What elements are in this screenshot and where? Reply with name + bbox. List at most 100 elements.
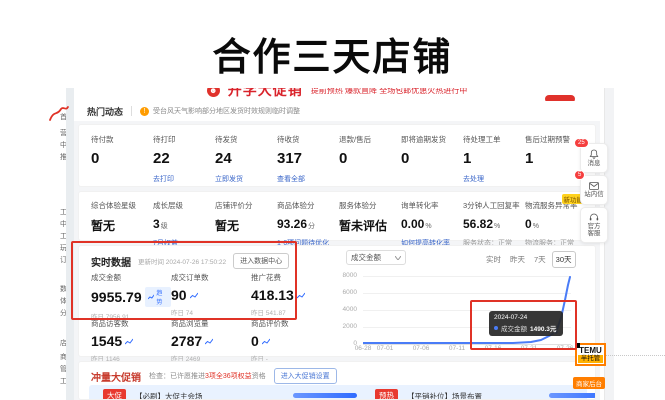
chart-metric-select[interactable]: 成交金额 [346, 250, 406, 265]
hot-news-text[interactable]: 受台风天气影响部分地区发货时效规则临时调整 [153, 106, 300, 116]
inbox-button[interactable]: 站内信 [580, 175, 608, 205]
metric-label: 待打印 [153, 134, 215, 145]
metric-label: 询单转化率 [401, 200, 463, 211]
metric-value: 93.26分 [277, 217, 339, 231]
metric-value: 1 [525, 150, 587, 167]
metric-value: 暂无 [215, 217, 277, 234]
realtime-metric: 成交订单数 90 昨日 74 [171, 272, 251, 317]
sidebar-nav: 首页 营销 中心 推广 ⌃ ⌃ 工具 中心 工具 玩法 订单 ⌃ 数据 体验 分… [20, 88, 66, 400]
sidebar-divider [66, 88, 74, 400]
metric-link[interactable]: 去打印 [153, 174, 215, 184]
screenshot-stage: 合作三天店铺 首页 营销 中心 推广 ⌃ ⌃ 工具 中心 工具 玩法 订单 ⌃ … [0, 0, 665, 400]
metric-cell: 商品体验分 93.26分 1-6项问题待优化 [277, 200, 339, 248]
metric-cell: 服务体验分 暂未评估 [339, 200, 401, 248]
mini-chart-icon[interactable] [297, 292, 305, 299]
official-support-button[interactable]: 官方客服 [580, 207, 608, 243]
metric-label: 3分钟人工回复率 [463, 200, 525, 211]
metric-label: 即将逾期发货 [401, 134, 463, 145]
mini-chart-icon [148, 294, 155, 300]
progress-bar [549, 393, 596, 398]
metric-label: 待收货 [277, 134, 339, 145]
metric-cell: 店铺评价分 暂无 [215, 200, 277, 248]
x-tick: 07-01 [371, 345, 399, 352]
metric-link[interactable]: 查看全部 [277, 174, 339, 184]
badge-count: 25 [574, 138, 589, 148]
metric-value: 暂无 [91, 217, 153, 234]
metric-label: 待处理工单 [463, 134, 525, 145]
mini-chart-icon[interactable] [205, 338, 213, 345]
mini-chart-icon[interactable] [125, 338, 133, 345]
metric-cell: 成长层级 3级 7月权益 [153, 200, 215, 248]
separator [131, 106, 132, 116]
promo-task-text[interactable]: 【必刷】大促主会场 [135, 391, 203, 400]
metric-cell: 即将逾期发货 0 [401, 134, 463, 186]
promo-card: 冲量大促销 检查：已许愿推进3项全36项权益资格 进入大促销设置 大促 【必刷】… [78, 361, 596, 400]
metric-cell: 待处理工单 1 去处理 [463, 134, 525, 186]
metric-cell: 待付款 0 [91, 134, 153, 186]
banner-subtitle: 提前预热 爆款直降 全场包邮优惠火热进行中 [311, 88, 467, 96]
metric-value: 22 [153, 150, 215, 167]
series-dot-icon [494, 326, 498, 330]
chevron-down-icon [395, 256, 401, 260]
watermark-line2: 半托管 [578, 355, 603, 363]
metric-label: 成长层级 [153, 200, 215, 211]
realtime-metric: 商品浏览量 2787 昨日 2469 [171, 318, 251, 363]
headset-icon [589, 213, 599, 222]
tooltip-series: 成交金额 [501, 323, 527, 333]
realtime-title: 实时数据 [91, 254, 131, 269]
metric-label: 待付款 [91, 134, 153, 145]
chart-range-tabs: 实时 昨天 7天 30天 [483, 251, 576, 268]
metric-label: 待发货 [215, 134, 277, 145]
metric-value: 56.82% [463, 217, 525, 231]
metric-label: 综合体验星级 [91, 200, 153, 211]
mini-chart-icon[interactable] [190, 292, 198, 299]
metric-cell: 待收货 317 查看全部 [277, 134, 339, 186]
realtime-metric: 商品评价数 0 昨日 - [251, 318, 331, 363]
x-tick: 07-16 [479, 345, 507, 352]
metric-value: 317 [277, 150, 339, 167]
metric-label: 退款/售后 [339, 134, 401, 145]
metric-value: 0.00% [401, 217, 463, 231]
tab-7days[interactable]: 7天 [531, 252, 549, 267]
y-tick: 8000 [335, 272, 357, 279]
promo-task-text[interactable]: 【平销补位】场景布置 [407, 391, 482, 400]
metric-value: 0 [401, 150, 463, 167]
tab-realtime[interactable]: 实时 [483, 252, 504, 267]
realtime-metric: 商品访客数 1545 昨日 1146 [91, 318, 171, 363]
watermark-corner-icon [575, 343, 580, 348]
mini-chart-icon[interactable] [262, 338, 270, 345]
tab-30days[interactable]: 30天 [552, 251, 576, 268]
metric-cell: 待发货 24 立即发货 [215, 134, 277, 186]
x-tick: 07-11 [443, 345, 471, 352]
tab-yesterday[interactable]: 昨天 [507, 252, 528, 267]
promo-desc: 检查：已许愿推进3项全36项权益资格 [149, 371, 266, 381]
metric-value: 0 [91, 150, 153, 167]
metric-link[interactable]: 立即发货 [215, 174, 277, 184]
enter-data-center-button[interactable]: 进入数据中心 [233, 253, 289, 269]
promo-task-strip: 大促 【必刷】大促主会场 预热 【平销补位】场景布置 [89, 385, 587, 400]
realtime-data-card: 实时数据 更新时间 2024-07-26 17:50:22 进入数据中心 成交金… [78, 245, 596, 357]
experience-metrics-card: 综合体验星级 暂无 成长层级 3级 7月权益 店铺评价分 暂无 商品体验分 93… [78, 191, 596, 241]
yesterday-value: 昨日 74 [171, 307, 251, 317]
y-tick: 2000 [335, 323, 357, 330]
progress-bar [293, 393, 357, 398]
y-tick: 6000 [335, 289, 357, 296]
metric-label: 商品体验分 [277, 200, 339, 211]
warning-icon: ! [140, 107, 149, 116]
metric-cell: 新功能 物流服务异常率 0% 物流服务：正常 [525, 200, 587, 248]
metric-link[interactable]: 去处理 [463, 174, 525, 184]
top-promo-banner[interactable]: ☻ 开学大促销 提前预热 爆款直降 全场包邮优惠火热进行中 [74, 88, 600, 101]
trend-chip[interactable]: 趋势 [145, 287, 171, 307]
hot-news-bar: 热门动态 ! 受台风天气影响部分地区发货时效规则临时调整 [74, 101, 600, 121]
x-tick: 07-21 [515, 345, 543, 352]
promo-tag: 大促 [103, 389, 126, 400]
y-tick: 4000 [335, 306, 357, 313]
metric-cell: 待打印 22 去打印 [153, 134, 215, 186]
order-metrics-card: 待付款 0 待打印 22 去打印 待发货 24 立即发货 待收货 317 查看全… [78, 124, 596, 187]
promo-title: 冲量大促销 [91, 369, 141, 384]
yesterday-value: 昨日 541.87 [251, 307, 331, 317]
promo-settings-button[interactable]: 进入大促销设置 [274, 368, 337, 384]
hot-news-label: 热门动态 [87, 105, 123, 118]
realtime-update-time: 更新时间 2024-07-26 17:50:22 [138, 256, 226, 266]
banner-smile-icon: ☻ [207, 88, 220, 97]
